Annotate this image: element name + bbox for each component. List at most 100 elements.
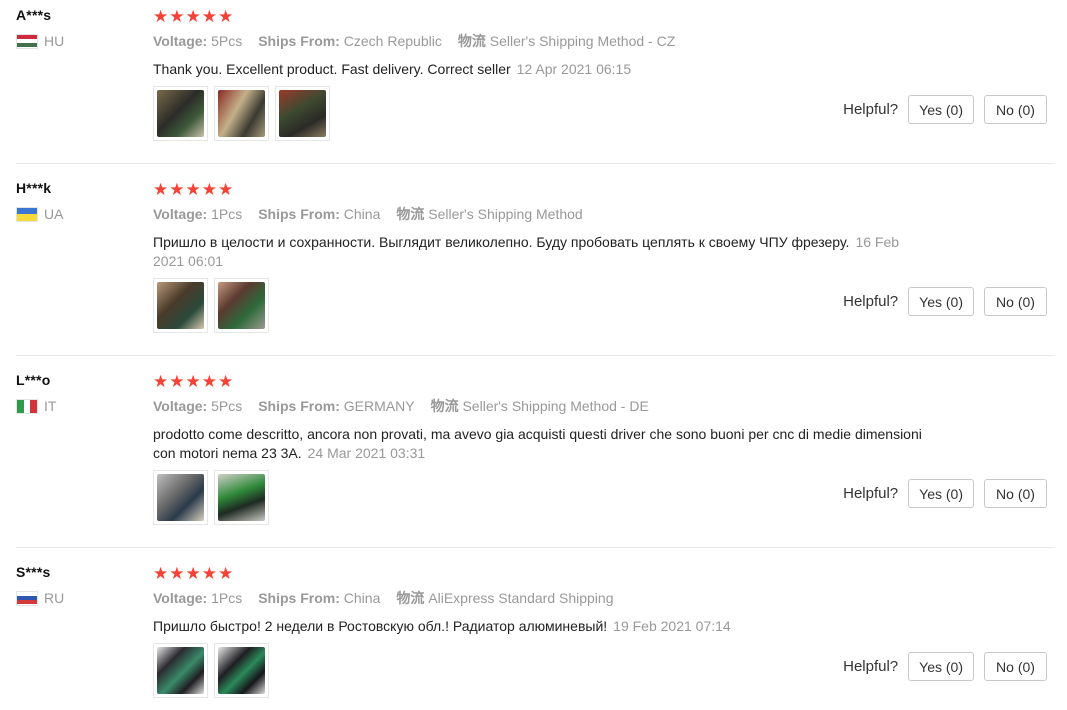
review-photo[interactable] (214, 470, 269, 525)
review-body: ★ ★ ★ ★ ★ Voltage: 5Pcs Ships From: GERMANY 物流… (153, 372, 1053, 463)
shipping-method: Seller's Shipping Method - CZ (489, 33, 676, 49)
review-photo[interactable] (275, 86, 330, 141)
star-icon: ★ (201, 371, 217, 391)
helpful-votes: Helpful? Yes (0) No (0) (843, 479, 1047, 508)
review-item: A***s HU ★ ★ ★ ★ ★ Voltage: 5Pcs Ships From: … (0, 0, 1067, 164)
reviewer-name: A***s (16, 7, 52, 23)
review-photo[interactable] (153, 278, 208, 333)
review-date: 24 Mar 2021 03:31 (307, 445, 426, 461)
star-icon: ★ (153, 563, 169, 583)
review-item: H***k UA ★ ★ ★ ★ ★ Voltage: 1Pcs Ships From: … (0, 173, 1067, 356)
star-icon: ★ (153, 179, 169, 199)
helpful-label: Helpful? (843, 293, 899, 310)
helpful-label: Helpful? (843, 485, 899, 502)
reviewer-info: A***s HU (16, 7, 64, 49)
star-icon: ★ (169, 371, 185, 391)
star-icon: ★ (169, 563, 185, 583)
yes-button[interactable]: Yes (0) (908, 479, 974, 508)
review-photo[interactable] (214, 278, 269, 333)
star-icon: ★ (218, 371, 234, 391)
helpful-votes: Helpful? Yes (0) No (0) (843, 652, 1047, 681)
flag-it-icon (16, 398, 38, 414)
voltage-value: 1Pcs (211, 206, 243, 222)
review-text: Пришло в целости и сохранности. Выглядит… (153, 233, 933, 271)
reviewer-name: S***s (16, 564, 51, 580)
ships-from-value: China (343, 206, 381, 222)
star-icon: ★ (201, 179, 217, 199)
review-photo[interactable] (153, 470, 208, 525)
yes-button[interactable]: Yes (0) (908, 287, 974, 316)
review-text: Пришло быстро! 2 недели в Ростовскую обл… (153, 617, 933, 636)
review-photos (153, 643, 269, 698)
shipping-prefix: 物流 (430, 398, 459, 414)
review-text: Thank you. Excellent product. Fast deliv… (153, 60, 933, 79)
reviewer-name: H***k (16, 180, 52, 196)
flag-hu-icon (16, 33, 38, 49)
helpful-label: Helpful? (843, 658, 899, 675)
review-meta: Voltage: 1Pcs Ships From: China 物流 Seller'… (153, 204, 1053, 224)
star-icon: ★ (201, 563, 217, 583)
ships-from-value: GERMANY (343, 398, 415, 414)
review-item: L***o IT ★ ★ ★ ★ ★ Voltage: 5Pcs Ships From: … (0, 365, 1067, 548)
review-photo[interactable] (153, 643, 208, 698)
helpful-votes: Helpful? Yes (0) No (0) (843, 287, 1047, 316)
shipping-prefix: 物流 (457, 33, 486, 49)
shipping-method: Seller's Shipping Method (428, 206, 583, 222)
review-photo[interactable] (153, 86, 208, 141)
reviewer-info: S***s RU (16, 564, 64, 606)
review-photos (153, 470, 269, 525)
review-photo[interactable] (214, 643, 269, 698)
star-icon: ★ (218, 179, 234, 199)
review-content: Пришло быстро! 2 недели в Ростовскую обл… (153, 618, 608, 634)
country-code: IT (44, 398, 57, 414)
country-code: UA (44, 206, 64, 222)
shipping-method: Seller's Shipping Method - DE (462, 398, 649, 414)
flag-ua-icon (16, 206, 38, 222)
ships-from-label: Ships From: (258, 590, 340, 606)
review-meta: Voltage: 5Pcs Ships From: GERMANY 物流 Selle… (153, 396, 1053, 416)
voltage-value: 5Pcs (211, 398, 243, 414)
no-button[interactable]: No (0) (984, 95, 1047, 124)
flag-ru-icon (16, 590, 38, 606)
voltage-label: Voltage: (153, 398, 208, 414)
ships-from-label: Ships From: (258, 398, 340, 414)
review-body: ★ ★ ★ ★ ★ Voltage: 5Pcs Ships From: Czech Rep… (153, 7, 1053, 79)
voltage-label: Voltage: (153, 206, 208, 222)
reviewer-country: HU (16, 33, 64, 49)
star-rating: ★ ★ ★ ★ ★ (153, 7, 1053, 25)
country-code: HU (44, 33, 65, 49)
review-meta: Voltage: 5Pcs Ships From: Czech Republic 物… (153, 31, 1053, 51)
star-icon: ★ (218, 6, 234, 26)
star-icon: ★ (218, 563, 234, 583)
country-code: RU (44, 590, 65, 606)
review-body: ★ ★ ★ ★ ★ Voltage: 1Pcs Ships From: China 物流 S… (153, 180, 1053, 271)
yes-button[interactable]: Yes (0) (908, 95, 974, 124)
reviewer-country: UA (16, 206, 63, 222)
no-button[interactable]: No (0) (984, 652, 1047, 681)
yes-button[interactable]: Yes (0) (908, 652, 974, 681)
ships-from-value: China (343, 590, 381, 606)
star-icon: ★ (185, 563, 201, 583)
no-button[interactable]: No (0) (984, 287, 1047, 316)
no-button[interactable]: No (0) (984, 479, 1047, 508)
voltage-value: 5Pcs (211, 33, 243, 49)
star-rating: ★ ★ ★ ★ ★ (153, 564, 1053, 582)
review-date: 12 Apr 2021 06:15 (516, 61, 632, 77)
voltage-label: Voltage: (153, 33, 208, 49)
review-text: prodotto come descritto, ancora non prov… (153, 425, 933, 463)
review-photo[interactable] (214, 86, 269, 141)
star-icon: ★ (185, 179, 201, 199)
star-icon: ★ (153, 371, 169, 391)
reviewer-country: IT (16, 398, 56, 414)
star-icon: ★ (169, 6, 185, 26)
reviewer-info: L***o IT (16, 372, 56, 414)
ships-from-label: Ships From: (258, 33, 340, 49)
star-rating: ★ ★ ★ ★ ★ (153, 180, 1053, 198)
voltage-label: Voltage: (153, 590, 208, 606)
review-photos (153, 278, 269, 333)
review-content: Пришло в целости и сохранности. Выглядит… (153, 234, 850, 250)
review-photos (153, 86, 330, 141)
reviewer-name: L***o (16, 372, 51, 388)
star-icon: ★ (169, 179, 185, 199)
review-date: 19 Feb 2021 07:14 (613, 618, 731, 634)
